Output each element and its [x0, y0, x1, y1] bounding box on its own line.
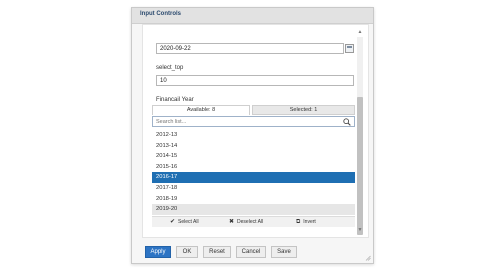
calendar-icon[interactable]: [345, 44, 354, 53]
apply-button[interactable]: Apply: [145, 246, 171, 258]
input-controls-dialog: Input Controls 2020-09-22 select_top 10 …: [131, 7, 374, 264]
scroll-up-icon[interactable]: ▲: [356, 29, 364, 35]
dialog-content: 2020-09-22 select_top 10 Financail Year …: [142, 24, 369, 238]
select-top-value: 10: [160, 78, 167, 84]
list-item[interactable]: 2013-14: [152, 141, 355, 152]
list-item[interactable]: 2012-13: [152, 130, 355, 141]
search-input[interactable]: [156, 119, 326, 125]
dialog-footer: Apply OK Reset Cancel Save: [132, 241, 373, 263]
search-box: [152, 116, 355, 127]
tab-selected[interactable]: Selected: 1: [252, 105, 355, 115]
invert-button[interactable]: ⧉ Invert: [296, 217, 316, 227]
dialog-title: Input Controls: [140, 11, 181, 17]
tab-available[interactable]: Available: 8: [152, 105, 250, 115]
cancel-button[interactable]: Cancel: [236, 246, 266, 258]
deselect-all-label: Deselect All: [237, 219, 264, 225]
tab-selected-label: Selected: 1: [289, 107, 318, 113]
scrollbar-thumb[interactable]: [357, 97, 363, 235]
invert-icon: ⧉: [296, 219, 301, 225]
search-icon[interactable]: [343, 118, 351, 126]
select-top-label: select_top: [156, 65, 184, 71]
financial-year-list: 2012-13 2013-14 2014-15 2015-16 2016-17 …: [152, 130, 355, 216]
date-field[interactable]: 2020-09-22: [156, 43, 344, 54]
check-icon: ✔: [170, 219, 176, 225]
list-item[interactable]: 2018-19: [152, 194, 355, 205]
financial-year-label: Financail Year: [156, 97, 194, 103]
select-all-button[interactable]: ✔ Select All: [170, 217, 199, 227]
list-actions: ✔ Select All ✖ Deselect All ⧉ Invert: [152, 216, 355, 227]
select-top-input[interactable]: 10: [156, 75, 354, 86]
save-button[interactable]: Save: [271, 246, 297, 258]
close-icon: ✖: [229, 219, 235, 225]
ok-button[interactable]: OK: [176, 246, 198, 258]
dialog-titlebar[interactable]: Input Controls: [132, 8, 373, 24]
scroll-down-icon[interactable]: ▼: [356, 227, 364, 233]
list-item[interactable]: 2019-20: [152, 204, 355, 215]
tab-available-label: Available: 8: [186, 107, 216, 113]
list-item[interactable]: 2014-15: [152, 151, 355, 162]
deselect-all-button[interactable]: ✖ Deselect All: [229, 217, 263, 227]
resize-grip-icon[interactable]: [365, 255, 371, 261]
invert-label: Invert: [303, 219, 316, 225]
content-scrollbar[interactable]: ▲ ▼: [356, 29, 364, 235]
list-item[interactable]: 2015-16: [152, 162, 355, 173]
date-field-value: 2020-09-22: [160, 46, 191, 52]
reset-button[interactable]: Reset: [203, 246, 231, 258]
list-item[interactable]: 2017-18: [152, 183, 355, 194]
select-all-label: Select All: [178, 219, 199, 225]
financial-year-tabs: Available: 8 Selected: 1: [152, 105, 355, 115]
list-item-selected[interactable]: 2016-17: [152, 172, 355, 183]
